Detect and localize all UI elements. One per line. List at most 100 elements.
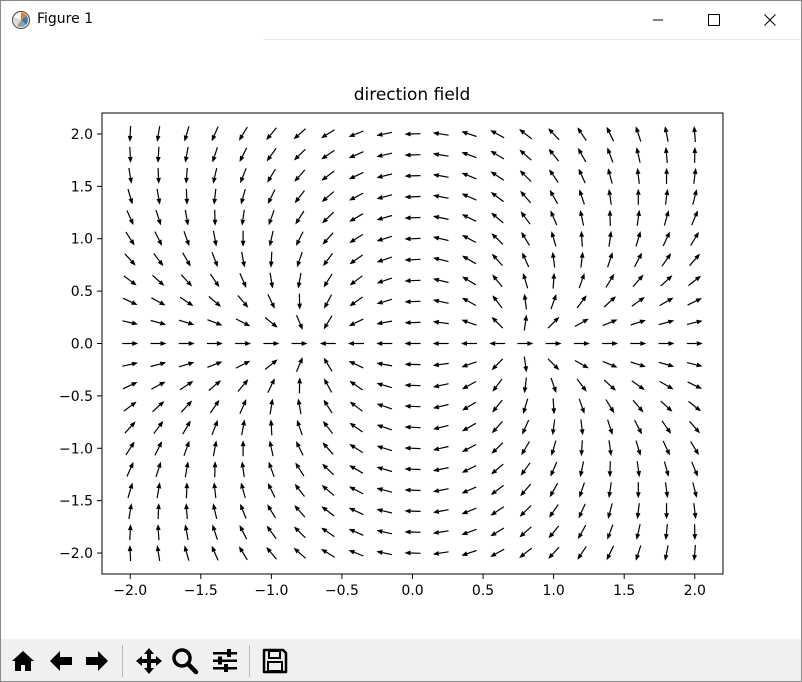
save-button[interactable] bbox=[259, 645, 291, 677]
field-arrow bbox=[212, 209, 218, 226]
field-arrow bbox=[404, 341, 421, 346]
field-arrow bbox=[348, 130, 364, 137]
field-arrow bbox=[348, 151, 364, 159]
field-arrow bbox=[461, 152, 477, 159]
field-arrow bbox=[151, 297, 166, 306]
field-arrow bbox=[294, 483, 305, 497]
field-arrow bbox=[267, 168, 277, 183]
field-arrow bbox=[183, 545, 190, 561]
field-arrow bbox=[607, 419, 613, 435]
field-arrow bbox=[551, 272, 557, 289]
field-arrow bbox=[322, 211, 335, 224]
field-arrow bbox=[154, 231, 162, 246]
field-arrow bbox=[123, 401, 137, 412]
pan-button[interactable] bbox=[133, 645, 165, 677]
field-arrow bbox=[321, 485, 335, 496]
field-arrow bbox=[602, 360, 618, 368]
field-arrow bbox=[376, 403, 393, 410]
field-arrow bbox=[551, 419, 556, 436]
field-arrow bbox=[635, 545, 642, 561]
field-arrow bbox=[491, 212, 504, 224]
field-arrow bbox=[404, 382, 421, 388]
figure-window: Figure 1 direction field −2.0 −1.5 −1.0 −0.… bbox=[0, 0, 802, 682]
field-arrow bbox=[404, 257, 421, 263]
field-arrow bbox=[635, 188, 641, 205]
home-button[interactable] bbox=[7, 645, 39, 677]
field-arrow bbox=[268, 461, 275, 478]
field-arrow bbox=[321, 191, 335, 202]
field-arrow bbox=[404, 529, 421, 535]
field-arrow bbox=[404, 278, 421, 284]
field-arrow bbox=[321, 149, 335, 160]
close-button[interactable] bbox=[747, 1, 793, 39]
field-arrow bbox=[635, 440, 642, 456]
field-arrow bbox=[404, 424, 421, 430]
field-arrow bbox=[492, 295, 503, 309]
configure-subplots-button[interactable] bbox=[209, 645, 241, 677]
field-arrow bbox=[183, 126, 190, 142]
field-arrow bbox=[522, 293, 528, 310]
maximize-button[interactable] bbox=[691, 1, 737, 39]
zoom-button[interactable] bbox=[169, 645, 201, 677]
field-arrow bbox=[635, 524, 641, 540]
field-arrow bbox=[603, 296, 616, 308]
field-arrow bbox=[689, 420, 700, 434]
minimize-icon bbox=[653, 19, 663, 21]
field-arrow bbox=[573, 341, 590, 346]
field-arrow bbox=[692, 189, 698, 205]
field-arrow bbox=[686, 362, 703, 368]
close-icon bbox=[764, 14, 776, 26]
field-arrow bbox=[550, 461, 558, 477]
field-arrow bbox=[461, 193, 477, 201]
field-arrow bbox=[461, 507, 477, 515]
field-arrow bbox=[183, 231, 190, 247]
field-arrow bbox=[664, 167, 669, 184]
field-arrow bbox=[239, 273, 247, 288]
field-arrow bbox=[603, 379, 616, 391]
field-arrow bbox=[297, 377, 302, 394]
field-arrow bbox=[663, 210, 670, 226]
field-arrow bbox=[660, 275, 673, 287]
field-arrow bbox=[321, 548, 335, 558]
field-arrow bbox=[490, 548, 505, 557]
field-arrow bbox=[183, 440, 190, 456]
field-arrow bbox=[206, 341, 223, 346]
x-tick-label: 0.0 bbox=[401, 583, 423, 599]
field-arrow bbox=[522, 252, 530, 268]
field-arrow bbox=[376, 214, 393, 221]
field-arrow bbox=[153, 420, 164, 435]
field-arrow bbox=[349, 254, 363, 265]
field-arrow bbox=[631, 380, 645, 390]
chart-title: direction field bbox=[354, 85, 471, 105]
forward-button[interactable] bbox=[81, 645, 113, 677]
field-arrow bbox=[635, 167, 641, 184]
field-arrow bbox=[632, 274, 644, 288]
field-arrow bbox=[522, 377, 528, 394]
field-arrow bbox=[212, 524, 218, 540]
field-arrow bbox=[519, 547, 533, 558]
figure-canvas[interactable]: direction field −2.0 −1.5 −1.0 −0.5 0.0 0.5 1.… bbox=[1, 41, 801, 639]
field-arrow bbox=[178, 341, 195, 346]
field-arrow bbox=[605, 399, 615, 414]
field-arrow bbox=[376, 382, 393, 389]
field-arrow bbox=[212, 440, 218, 457]
field-arrow bbox=[635, 231, 642, 247]
field-arrow bbox=[607, 147, 614, 163]
field-arrow bbox=[574, 359, 589, 369]
field-arrow bbox=[122, 382, 138, 390]
field-arrow bbox=[155, 210, 162, 226]
field-arrow bbox=[268, 230, 274, 247]
field-arrow bbox=[404, 487, 421, 493]
field-arrow bbox=[432, 530, 449, 535]
field-arrow bbox=[294, 169, 306, 182]
field-arrow bbox=[322, 442, 334, 455]
field-arrow bbox=[491, 420, 503, 434]
field-arrow bbox=[630, 361, 646, 368]
field-arrow bbox=[491, 442, 504, 454]
field-arrow bbox=[432, 215, 449, 220]
minimize-button[interactable] bbox=[635, 1, 681, 39]
field-arrow bbox=[155, 545, 161, 561]
field-arrow bbox=[240, 461, 246, 478]
back-button[interactable] bbox=[45, 645, 77, 677]
field-arrow bbox=[293, 526, 306, 539]
